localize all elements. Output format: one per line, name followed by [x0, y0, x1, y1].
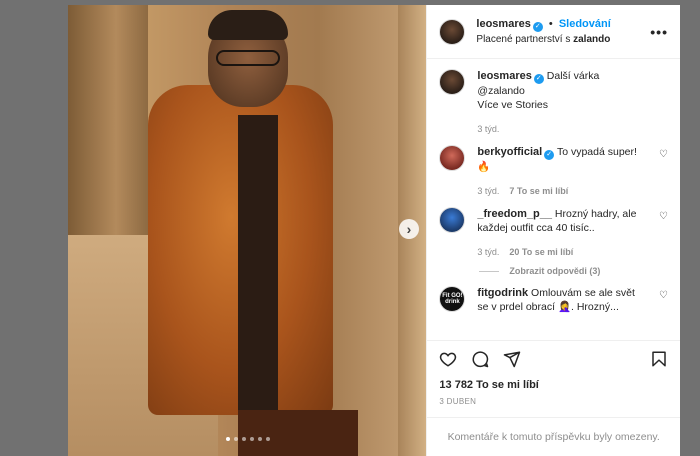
caption-line2: Více ve Stories	[477, 99, 549, 111]
more-options-icon[interactable]: •••	[650, 24, 668, 40]
comment-like-icon[interactable]: ♡	[659, 149, 668, 160]
author-avatar[interactable]	[439, 18, 466, 45]
verified-badge-icon: ✓	[532, 21, 543, 32]
view-replies-button[interactable]: Zobrazit odpovědi (3)	[479, 266, 668, 276]
caption-body: leosmares ✓ Další várka @zalando Více ve …	[477, 69, 647, 136]
comment-username[interactable]: fitgodrink	[477, 287, 528, 299]
photo-glasses	[216, 50, 280, 66]
post-photo[interactable]: ›	[68, 5, 427, 456]
chevron-right-icon: ›	[406, 221, 412, 237]
comment-meta: 3 týd. 7 To se mi líbí	[477, 184, 647, 198]
comment-meta: 3 týd. 20 To se mi líbí	[477, 245, 647, 259]
carousel-dot	[226, 437, 230, 441]
comment-body: fitgodrink Omlouvám se ale svět se v prd…	[477, 286, 647, 314]
photo-hair	[208, 10, 288, 40]
post-date: 3 DUBEN	[439, 397, 477, 406]
likes-count[interactable]: 13 782 To se mi líbí	[427, 377, 680, 397]
carousel-dot	[234, 437, 238, 441]
caption-username[interactable]: leosmares	[477, 70, 531, 82]
post-side-panel: leosmares ✓ • Sledování Placené partnerst…	[426, 5, 680, 456]
photo-pants	[238, 410, 358, 456]
comment-icon[interactable]	[471, 350, 489, 368]
bookmark-icon[interactable]	[650, 350, 668, 368]
heart-outline-icon[interactable]	[439, 350, 457, 368]
author-meta: leosmares ✓ • Sledování Placené partnerst…	[476, 17, 610, 47]
comment-time: 3 týd.	[477, 247, 500, 257]
comments-restricted-notice: Komentáře k tomuto příspěvku byly omezen…	[427, 417, 680, 456]
paid-partnership-label: Placené partnerství s zalando	[476, 32, 610, 47]
carousel-dot	[250, 437, 254, 441]
avatar-logo-text: Fit GO! drink	[442, 293, 463, 305]
caption-time: 3 týd.	[477, 124, 500, 134]
partnership-prefix: Placené partnerství s	[476, 33, 571, 45]
comment-body: berkyofficial ✓ To vypadá super! 🔥 3 týd.…	[477, 145, 647, 198]
post-header: leosmares ✓ • Sledování Placené partnerst…	[427, 5, 680, 59]
comment-item: Fit GO! drink fitgodrink Omlouvám se ale…	[439, 286, 668, 314]
comment-username[interactable]: _freedom_p__	[477, 208, 552, 220]
comments-list: leosmares ✓ Další várka @zalando Více ve …	[427, 59, 680, 340]
comment-body: _freedom_p__ Hrozný hadry, ale každej ou…	[477, 207, 647, 259]
replies-label: Zobrazit odpovědi (3)	[509, 266, 601, 276]
action-bar	[427, 340, 680, 377]
carousel-dot	[242, 437, 246, 441]
share-icon[interactable]	[503, 350, 521, 368]
comment-likes[interactable]: 20 To se mi líbí	[509, 247, 573, 257]
photo-shirt	[238, 115, 278, 415]
commenter-avatar[interactable]	[439, 207, 466, 233]
separator-dot: •	[548, 17, 553, 30]
carousel-next-button[interactable]: ›	[399, 219, 419, 239]
verified-badge-icon: ✓	[533, 74, 544, 84]
comment-like-icon[interactable]: ♡	[659, 211, 668, 222]
author-username[interactable]: leosmares	[476, 18, 530, 30]
author-avatar[interactable]	[439, 69, 466, 95]
caption: leosmares ✓ Další várka @zalando Více ve …	[439, 69, 668, 136]
commenter-avatar[interactable]	[439, 145, 466, 171]
replies-line	[479, 270, 500, 272]
comment-username[interactable]: berkyofficial	[477, 146, 542, 158]
comment-item: _freedom_p__ Hrozný hadry, ale každej ou…	[439, 207, 668, 259]
carousel-dot	[266, 437, 270, 441]
post-modal: › leosmares ✓ • Sledování Placené partner…	[68, 5, 680, 456]
comment-time: 3 týd.	[477, 186, 500, 196]
carousel-dot	[258, 437, 262, 441]
verified-badge-icon: ✓	[544, 150, 555, 160]
comment-item: berkyofficial ✓ To vypadá super! 🔥 3 týd.…	[439, 145, 668, 198]
commenter-avatar[interactable]: Fit GO! drink	[439, 286, 466, 312]
follow-button[interactable]: Sledování	[559, 18, 611, 30]
comment-likes[interactable]: 7 To se mi líbí	[509, 186, 568, 196]
comment-like-icon[interactable]: ♡	[659, 290, 668, 301]
carousel-dots	[226, 437, 270, 441]
partner-link[interactable]: zalando	[573, 34, 610, 45]
